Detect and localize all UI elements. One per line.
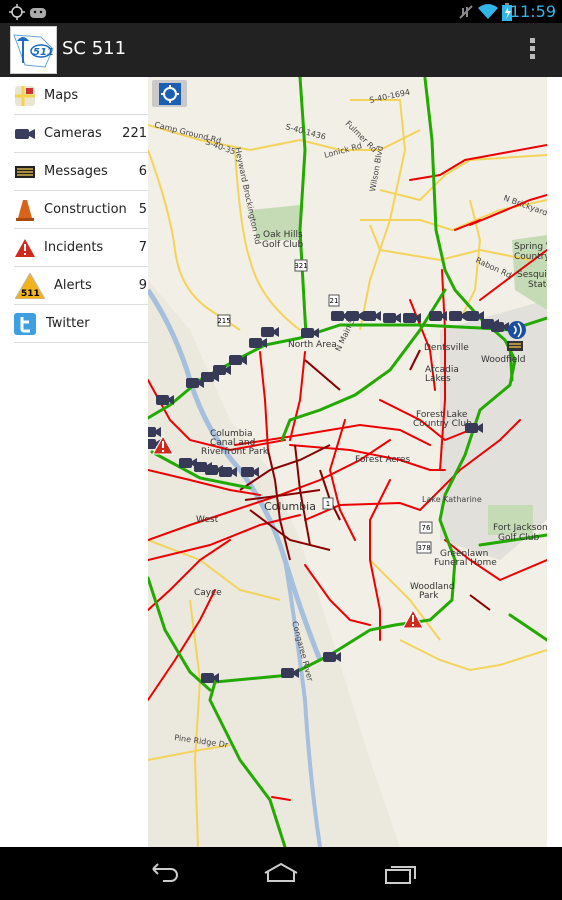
clock: 11:59 [509,2,556,21]
svg-text:Park: Park [419,591,439,601]
camera-marker[interactable] [363,311,381,321]
camera-marker[interactable] [213,365,231,375]
svg-text:West: West [196,515,219,525]
sidebar-item-alerts[interactable]: 511 Alerts 9 [14,267,148,305]
svg-text:378: 378 [417,544,430,552]
svg-text:North Area: North Area [288,340,337,350]
camera-marker[interactable] [383,313,401,323]
navigation-bar [0,847,562,900]
maps-icon [14,85,36,107]
sidebar-item-twitter[interactable]: Twitter [14,305,148,343]
gps-icon [9,4,25,20]
svg-text:Lakes: Lakes [425,374,451,384]
svg-text:Rabon Rd: Rabon Rd [474,256,513,280]
back-button[interactable] [145,861,179,885]
svg-text:Country Club: Country Club [413,419,472,429]
wifi-icon [478,4,498,19]
traffic-cone-icon [14,199,36,221]
message-sign-marker[interactable] [507,341,523,351]
svg-text:Dentsville: Dentsville [424,343,469,353]
sidebar-item-label: Construction [44,202,127,217]
svg-text:Country Club: Country Club [514,252,547,262]
my-location-button[interactable] [152,80,187,107]
svg-text:Funeral Home: Funeral Home [434,558,497,568]
sidebar-item-label: Messages [44,164,108,179]
sidebar-item-label: Incidents [44,240,104,255]
sidebar-item-cameras[interactable]: Cameras 221 [14,115,148,153]
sidebar-item-maps[interactable]: Maps [14,77,148,115]
app-title: SC 511 [62,38,127,59]
app-logo[interactable]: 511 [10,26,57,74]
camera-icon [14,123,36,145]
action-bar: 511 SC 511 [0,23,562,77]
svg-text:Lake Katharine: Lake Katharine [422,495,482,504]
svg-text:511: 511 [21,289,40,299]
sidebar-item-count: 9 [138,278,147,293]
recent-apps-button[interactable] [384,861,418,885]
svg-text:Lonick Rd: Lonick Rd [323,141,363,160]
sidebar-item-count: 221 [122,126,147,141]
twitter-icon [14,312,36,335]
svg-text:Riverfront Park: Riverfront Park [201,447,269,457]
svg-text:1: 1 [326,500,330,508]
alert-511-icon: 511 [14,272,46,299]
svg-text:Oak Hills: Oak Hills [263,230,303,240]
svg-text:511: 511 [33,47,54,58]
sidebar: Maps Cameras 221 Messages 6 Construction… [0,77,148,847]
alert-marker[interactable] [508,321,526,339]
sidebar-item-count: 7 [138,240,147,255]
svg-text:Woodfield: Woodfield [481,355,526,365]
android-icon [30,8,46,18]
camera-marker[interactable] [301,328,319,338]
svg-text:215: 215 [217,317,230,325]
svg-text:Cayce: Cayce [194,588,222,598]
mute-icon [459,5,473,19]
sidebar-item-label: Twitter [46,316,90,331]
svg-text:Golf Club: Golf Club [262,240,303,250]
svg-text:Spring Valley: Spring Valley [514,242,547,252]
home-button[interactable] [263,861,299,885]
sidebar-item-label: Cameras [44,126,102,141]
sidebar-item-count: 6 [138,164,147,179]
warning-icon [14,237,36,259]
sidebar-item-messages[interactable]: Messages 6 [14,153,148,191]
camera-marker[interactable] [148,427,161,437]
sidebar-item-count: 5 [138,202,147,217]
svg-text:76: 76 [422,524,431,532]
sidebar-item-construction[interactable]: Construction 5 [14,191,148,229]
svg-text:Fort Jackson: Fort Jackson [493,523,547,533]
status-bar: 11:59 [0,0,562,23]
message-sign-icon [14,161,36,183]
overflow-menu-button[interactable] [530,38,536,60]
svg-text:Forest Acres: Forest Acres [355,455,410,465]
svg-text:Heyward Brockington Rd: Heyward Brockington Rd [233,147,262,246]
camera-marker[interactable] [261,327,279,337]
locate-icon [158,82,181,105]
sidebar-item-label: Alerts [54,278,92,293]
svg-text:S-40-1694: S-40-1694 [369,88,411,105]
svg-text:Sesquicentennial: Sesquicentennial [517,270,547,280]
svg-text:Golf Club: Golf Club [498,533,539,543]
svg-text:Columbia: Columbia [264,500,316,513]
sidebar-item-incidents[interactable]: Incidents 7 [14,229,148,267]
traffic-map[interactable]: Camp Ground Rd S-40-35 S-40-1436 S-40-16… [148,77,547,847]
sidebar-item-label: Maps [44,88,79,103]
svg-text:321: 321 [294,262,307,270]
svg-text:State: State [528,280,547,290]
svg-text:21: 21 [330,297,339,305]
